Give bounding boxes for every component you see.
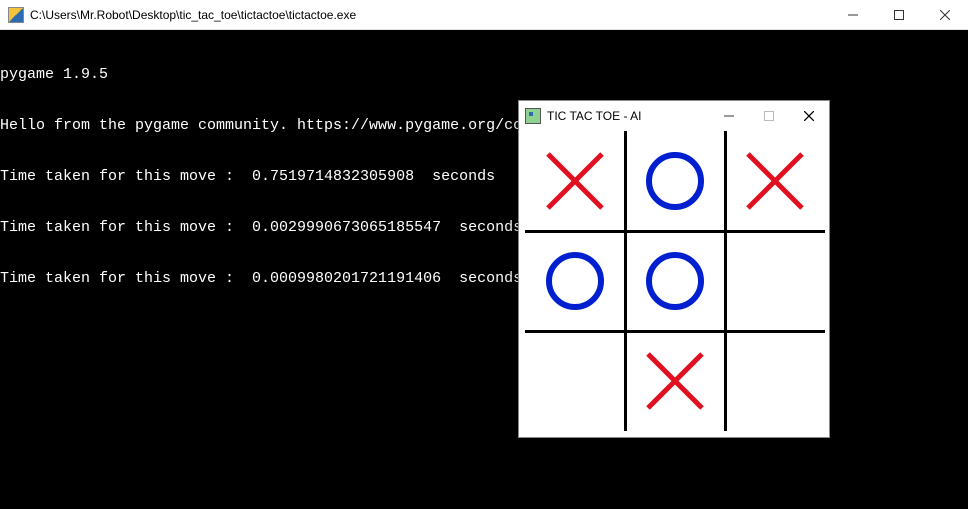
app-icon — [8, 7, 24, 23]
game-window: TIC TAC TOE - AI — [518, 100, 830, 438]
game-window-controls — [709, 101, 829, 131]
x-mark-icon — [640, 346, 710, 416]
game-close-button[interactable] — [789, 101, 829, 131]
o-mark-icon — [640, 146, 710, 216]
console-title: C:\Users\Mr.Robot\Desktop\tic_tac_toe\ti… — [30, 8, 830, 22]
maximize-button[interactable] — [876, 0, 922, 30]
cell-1-2[interactable] — [725, 231, 825, 331]
o-mark-icon — [640, 246, 710, 316]
close-icon — [940, 10, 950, 20]
minimize-icon — [848, 10, 858, 20]
close-button[interactable] — [922, 0, 968, 30]
game-minimize-button[interactable] — [709, 101, 749, 131]
game-title: TIC TAC TOE - AI — [547, 109, 709, 123]
cell-2-2[interactable] — [725, 331, 825, 431]
pygame-icon — [525, 108, 541, 124]
console-titlebar[interactable]: C:\Users\Mr.Robot\Desktop\tic_tac_toe\ti… — [0, 0, 968, 30]
maximize-icon — [894, 10, 904, 20]
game-board — [525, 131, 825, 431]
x-mark-icon — [740, 146, 810, 216]
cell-1-1[interactable] — [625, 231, 725, 331]
x-mark-icon — [540, 146, 610, 216]
maximize-icon — [764, 111, 774, 121]
cell-2-1[interactable] — [625, 331, 725, 431]
o-mark-icon — [540, 246, 610, 316]
cell-0-1[interactable] — [625, 131, 725, 231]
close-icon — [804, 111, 814, 121]
minimize-icon — [724, 111, 734, 121]
cell-1-0[interactable] — [525, 231, 625, 331]
cell-2-0[interactable] — [525, 331, 625, 431]
window-controls — [830, 0, 968, 29]
cell-0-0[interactable] — [525, 131, 625, 231]
game-titlebar[interactable]: TIC TAC TOE - AI — [519, 101, 829, 131]
console-line: pygame 1.9.5 — [0, 66, 968, 83]
game-maximize-button[interactable] — [749, 101, 789, 131]
minimize-button[interactable] — [830, 0, 876, 30]
cell-0-2[interactable] — [725, 131, 825, 231]
